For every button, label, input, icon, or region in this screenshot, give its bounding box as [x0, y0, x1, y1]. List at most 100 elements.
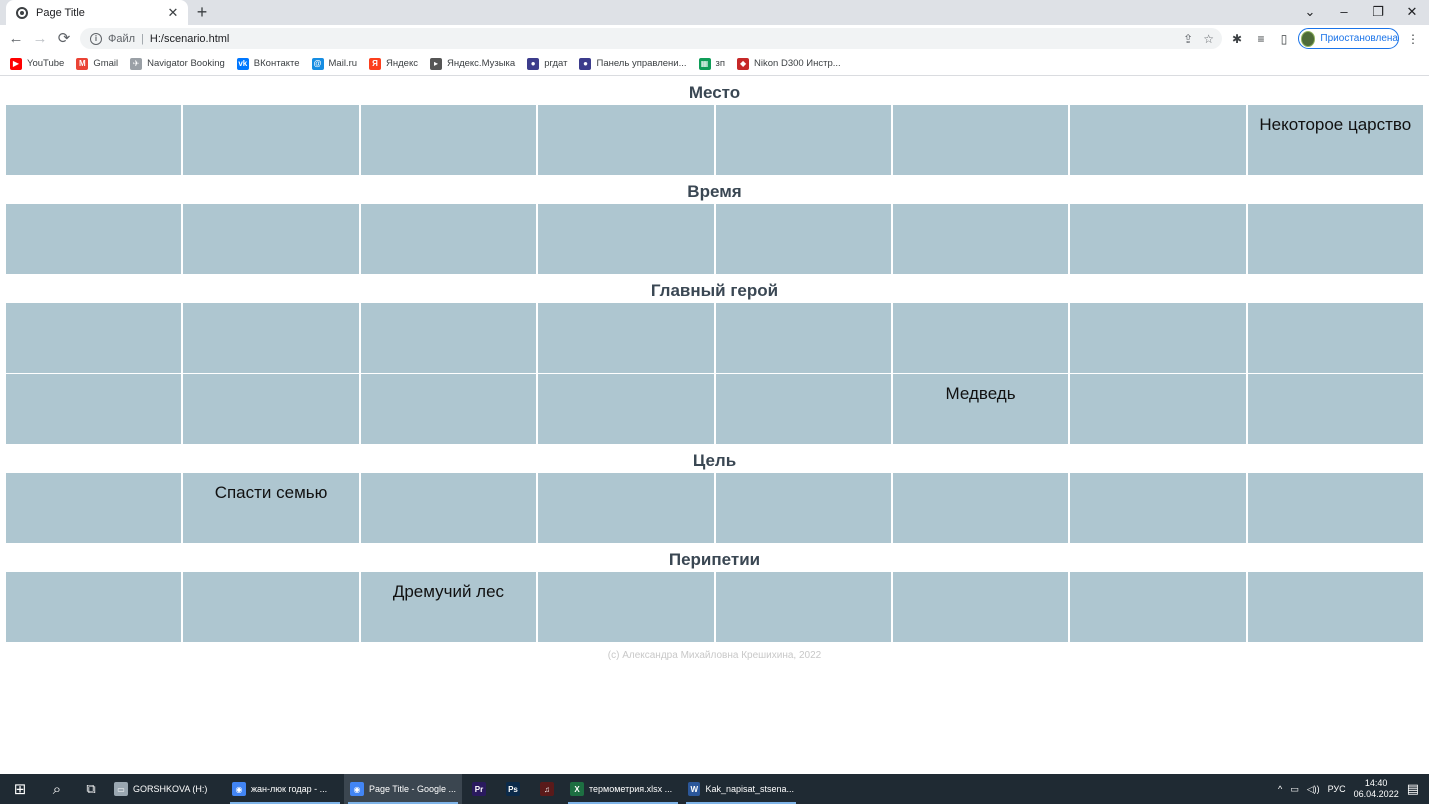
- scenario-cell[interactable]: [538, 374, 714, 444]
- scenario-cell[interactable]: [1070, 374, 1246, 444]
- tab-page-title[interactable]: Page Title ✕: [6, 0, 188, 25]
- scenario-cell[interactable]: [360, 473, 537, 543]
- scenario-cell[interactable]: [715, 473, 891, 543]
- scenario-cell[interactable]: [6, 204, 182, 274]
- taskbar-app-button[interactable]: W Kak_napisat_stsena...: [682, 774, 800, 804]
- scenario-cell[interactable]: [6, 572, 182, 642]
- scenario-cell[interactable]: [538, 473, 714, 543]
- tray-chevron-icon[interactable]: ^: [1278, 784, 1282, 794]
- scenario-cell[interactable]: [538, 572, 714, 642]
- taskbar-app-button[interactable]: ◉ жан-люк годар - ...: [226, 774, 344, 804]
- reload-icon[interactable]: ⟳: [54, 29, 74, 49]
- volume-icon[interactable]: ◁)): [1307, 784, 1320, 795]
- bookmark-item[interactable]: vk ВКонтакте: [236, 57, 300, 70]
- scenario-cell[interactable]: [715, 105, 891, 175]
- language-indicator[interactable]: РУС: [1328, 784, 1346, 794]
- scenario-cell[interactable]: [1070, 105, 1246, 175]
- scenario-cell[interactable]: [1247, 572, 1423, 642]
- forward-icon[interactable]: →: [30, 29, 50, 49]
- scenario-cell[interactable]: [1070, 572, 1246, 642]
- new-tab-button[interactable]: +: [193, 3, 211, 21]
- scenario-cell[interactable]: [1070, 204, 1246, 274]
- share-icon[interactable]: ⇪: [1183, 32, 1193, 46]
- scenario-cell[interactable]: [892, 572, 1069, 642]
- scenario-cell[interactable]: [360, 303, 537, 373]
- scenario-cell[interactable]: [715, 572, 891, 642]
- bookmark-label: Яндекс.Музыка: [446, 58, 516, 69]
- scenario-cell[interactable]: [1070, 303, 1246, 373]
- url-text[interactable]: H:/scenario.html: [150, 33, 229, 45]
- task-view-icon[interactable]: ⧉: [74, 774, 108, 804]
- windows-start-icon[interactable]: ⊞: [0, 774, 40, 804]
- scenario-cell[interactable]: Некоторое царство: [1247, 105, 1423, 175]
- bookmark-item[interactable]: Я Яндекс: [369, 57, 418, 70]
- taskbar-app-button[interactable]: Ps: [496, 774, 530, 804]
- profile-button[interactable]: Приостановлена: [1298, 28, 1399, 49]
- control-panel-icon: ●: [579, 57, 592, 70]
- scenario-cell[interactable]: [183, 374, 359, 444]
- taskbar-app-button[interactable]: ◉ Page Title - Google ...: [344, 774, 462, 804]
- scenario-cell[interactable]: [1247, 374, 1423, 444]
- tab-search-icon[interactable]: ⌄: [1293, 0, 1327, 25]
- gmail-icon: M: [76, 57, 89, 70]
- bookmark-star-icon[interactable]: ☆: [1203, 32, 1214, 46]
- scenario-cell[interactable]: [6, 303, 182, 373]
- bookmark-item[interactable]: ▦ зп: [698, 57, 725, 70]
- scenario-cell[interactable]: [6, 105, 182, 175]
- scenario-cell[interactable]: [892, 204, 1069, 274]
- scenario-cell[interactable]: [360, 105, 537, 175]
- sheets-icon: ▦: [698, 57, 711, 70]
- scenario-cell[interactable]: [360, 374, 537, 444]
- scenario-cell[interactable]: [360, 204, 537, 274]
- clock[interactable]: 14:40 06.04.2022: [1354, 778, 1399, 800]
- bookmark-item[interactable]: @ Mail.ru: [311, 57, 357, 70]
- scenario-cell[interactable]: Спасти семью: [183, 473, 359, 543]
- scenario-cell[interactable]: [538, 303, 714, 373]
- reading-list-icon[interactable]: ≡: [1251, 29, 1271, 49]
- scenario-cell[interactable]: [183, 572, 359, 642]
- scenario-cell[interactable]: [538, 204, 714, 274]
- taskbar-app-button[interactable]: Xтермометрия.xlsx ...: [564, 774, 682, 804]
- scenario-cell[interactable]: [538, 105, 714, 175]
- minimize-button[interactable]: –: [1327, 0, 1361, 25]
- bookmark-item[interactable]: M Gmail: [76, 57, 118, 70]
- extensions-icon[interactable]: ✱: [1227, 29, 1247, 49]
- scenario-cell[interactable]: [1247, 204, 1423, 274]
- close-tab-icon[interactable]: ✕: [166, 5, 180, 21]
- scenario-cell[interactable]: [715, 204, 891, 274]
- address-bar[interactable]: i Файл | H:/scenario.html ⇪ ☆: [80, 28, 1222, 49]
- scenario-cell[interactable]: Дремучий лес: [360, 572, 537, 642]
- taskbar-app-button[interactable]: Pr: [462, 774, 496, 804]
- taskbar-app-button[interactable]: ♫: [530, 774, 564, 804]
- scenario-cell[interactable]: [715, 374, 891, 444]
- bookmark-item[interactable]: ◆ Nikon D300 Инстр...: [737, 57, 841, 70]
- bookmark-item[interactable]: ▸ Яндекс.Музыка: [429, 57, 516, 70]
- bookmark-item[interactable]: ▶ YouTube: [10, 57, 64, 70]
- search-icon[interactable]: ⌕: [40, 774, 74, 804]
- scenario-cell[interactable]: Медведь: [892, 374, 1069, 444]
- scenario-cell[interactable]: [183, 204, 359, 274]
- taskbar-app-button[interactable]: ▭ GORSHKOVA (H:): [108, 774, 226, 804]
- scenario-cell[interactable]: [892, 105, 1069, 175]
- close-window-button[interactable]: ✕: [1395, 0, 1429, 25]
- network-icon[interactable]: ▭: [1290, 784, 1299, 795]
- notifications-icon[interactable]: ▤: [1407, 781, 1419, 797]
- side-panel-icon[interactable]: ▯: [1274, 29, 1294, 49]
- info-icon[interactable]: i: [90, 32, 102, 45]
- scenario-cell[interactable]: [892, 303, 1069, 373]
- scenario-cell[interactable]: [1247, 303, 1423, 373]
- scenario-cell[interactable]: [1247, 473, 1423, 543]
- scenario-cell[interactable]: [183, 303, 359, 373]
- scenario-cell[interactable]: [715, 303, 891, 373]
- scenario-cell[interactable]: [892, 473, 1069, 543]
- scenario-cell[interactable]: [183, 105, 359, 175]
- menu-icon[interactable]: ⋮: [1403, 29, 1423, 49]
- bookmark-item[interactable]: ● Панель управлени...: [579, 57, 687, 70]
- bookmark-item[interactable]: ● ргдат: [527, 57, 567, 70]
- back-icon[interactable]: ←: [6, 29, 26, 49]
- scenario-cell[interactable]: [6, 473, 182, 543]
- scenario-cell[interactable]: [1070, 473, 1246, 543]
- bookmark-item[interactable]: ✈ Navigator Booking: [130, 57, 225, 70]
- restore-button[interactable]: ❐: [1361, 0, 1395, 25]
- scenario-cell[interactable]: [6, 374, 182, 444]
